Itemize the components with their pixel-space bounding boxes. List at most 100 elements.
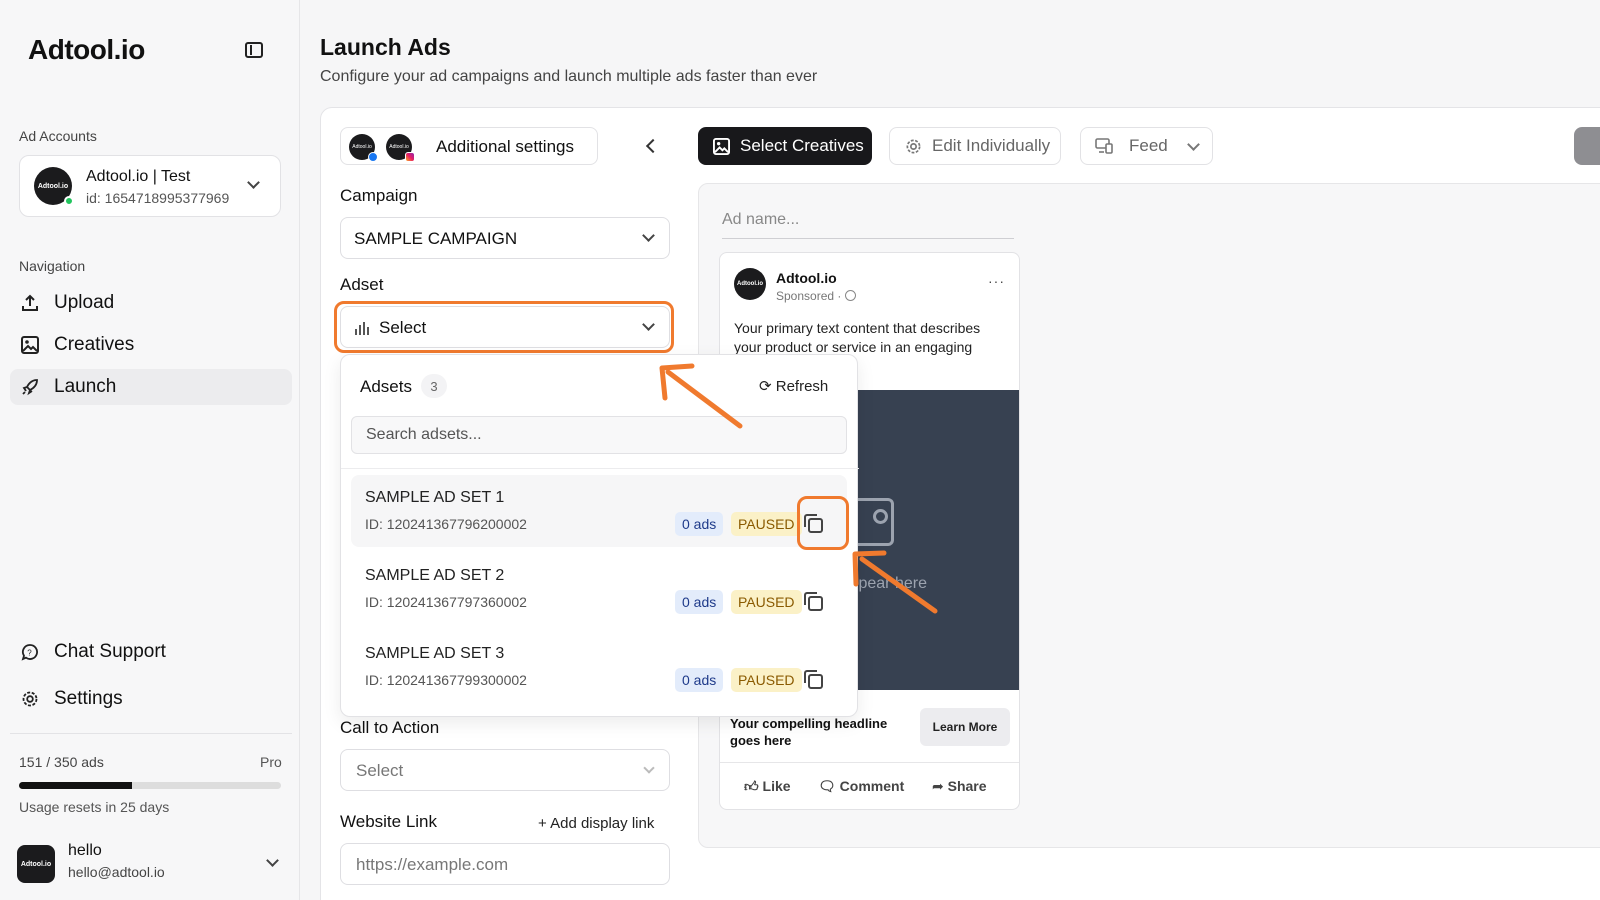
user-name: hello [68, 842, 102, 859]
sidebar-item-creatives[interactable]: Creatives [10, 327, 292, 363]
sidebar-item-label: Settings [54, 688, 123, 709]
ads-count-badge: 0 ads [675, 668, 724, 692]
website-link-input[interactable]: https://example.com [340, 843, 670, 885]
primary-text: Your primary text content that describes… [734, 320, 981, 355]
adset-id: ID: 120241367796200002 [365, 516, 527, 532]
feed-placement-select[interactable]: Feed [1080, 127, 1213, 165]
sidebar-item-chat-support[interactable]: ? Chat Support [10, 634, 292, 670]
user-email: hello@adtool.io [68, 864, 165, 880]
launch-button-partial[interactable] [1574, 127, 1600, 165]
adset-search-placeholder: Search adsets... [366, 426, 482, 443]
instagram-icon [405, 152, 415, 162]
sidebar-item-settings[interactable]: Settings [10, 681, 292, 717]
sidebar: Adtool.io Ad Accounts Adtool.io Adtool.i… [0, 0, 300, 900]
status-badge: PAUSED [731, 512, 802, 536]
select-creatives-button[interactable]: Select Creatives [698, 127, 872, 165]
adset-search-input[interactable]: Search adsets... [351, 416, 847, 454]
comment-icon: 🗨︎ [818, 778, 840, 794]
usage-progress-bar [19, 782, 281, 789]
sidebar-item-label: Creatives [54, 334, 135, 355]
campaign-label: Campaign [340, 186, 418, 205]
sidebar-item-label: Chat Support [54, 641, 166, 662]
website-link-placeholder: https://example.com [356, 855, 509, 874]
comment-action: 🗨︎ Comment [818, 778, 905, 794]
page-subtitle: Configure your ad campaigns and launch m… [320, 68, 818, 85]
campaign-select[interactable]: SAMPLE CAMPAIGN [340, 217, 670, 259]
devices-icon [1095, 137, 1113, 155]
usage-progress-fill [19, 782, 132, 789]
app-logo[interactable]: Adtool.io [28, 34, 145, 66]
call-to-action-label: Call to Action [340, 718, 440, 737]
rocket-icon [20, 377, 40, 397]
ads-count-badge: 0 ads [675, 512, 724, 536]
page-name: Adtool.io [776, 270, 837, 286]
add-display-link-button[interactable]: + Add display link [538, 815, 654, 832]
navigation-label: Navigation [19, 258, 86, 274]
edit-individually-button[interactable]: Edit Individually [889, 127, 1061, 165]
upload-icon [20, 293, 40, 313]
copy-button-highlight [797, 496, 849, 550]
adset-label: Adset [340, 275, 384, 294]
svg-text:?: ? [27, 649, 32, 658]
page-title: Launch Ads [320, 34, 451, 60]
chevron-down-icon [643, 762, 655, 774]
adset-dropdown: Adsets 3 ⟳ Refresh Search adsets... SAMP… [340, 354, 859, 717]
call-to-action-placeholder: Select [356, 761, 404, 780]
copy-icon[interactable] [803, 591, 823, 611]
adset-option[interactable]: SAMPLE AD SET 1 ID: 120241367796200002 0… [351, 475, 847, 547]
feed-label: Feed [1129, 136, 1168, 155]
image-icon [20, 335, 40, 355]
refresh-button[interactable]: ⟳ Refresh [759, 377, 828, 395]
ad-account-selector[interactable]: Adtool.io Adtool.io | Test id: 165471899… [19, 155, 281, 217]
account-name: Adtool.io | Test [86, 168, 191, 185]
reaction-bar: 👍︎ Like 🗨︎ Comment ➦ Share [720, 762, 1019, 809]
chat-icon: ? [20, 642, 40, 662]
plan-label: Pro [260, 754, 282, 770]
cta-button: Learn More [920, 708, 1010, 746]
facebook-icon [368, 152, 378, 162]
adset-option[interactable]: SAMPLE AD SET 2 ID: 120241367797360002 0… [351, 553, 847, 625]
status-badge: PAUSED [731, 668, 802, 692]
sidebar-item-label: Launch [54, 376, 117, 397]
sidebar-item-launch[interactable]: Launch [10, 369, 292, 405]
dropdown-divider [341, 468, 859, 469]
gear-icon [20, 689, 40, 709]
share-icon: ➦ [932, 778, 948, 794]
online-status-indicator [64, 196, 74, 206]
sidebar-toggle-icon[interactable] [245, 42, 263, 58]
adsets-count-badge: 3 [421, 374, 447, 398]
adset-select-highlight [334, 301, 674, 353]
ad-name-input[interactable]: Ad name... [722, 211, 1014, 239]
website-link-label: Website Link [340, 812, 438, 831]
more-options-icon[interactable]: ··· [988, 273, 1005, 289]
additional-settings-button[interactable]: Adtool.io Adtool.io Additional settings [340, 127, 598, 165]
ad-headline: Your compelling headline goes here [730, 716, 888, 748]
user-avatar[interactable]: Adtool.io [17, 845, 55, 883]
ad-accounts-label: Ad Accounts [19, 128, 97, 144]
chevron-down-icon [247, 176, 260, 189]
call-to-action-select[interactable]: Select [340, 749, 670, 791]
sidebar-item-label: Upload [54, 292, 115, 313]
adset-name: SAMPLE AD SET 2 [365, 567, 505, 584]
sponsored-label: Sponsored · [776, 289, 856, 303]
usage-count: 151 / 350 ads [19, 754, 104, 770]
account-id: id: 1654718995377969 [86, 190, 230, 206]
edit-individually-label: Edit Individually [932, 136, 1051, 155]
chevron-down-icon [1187, 138, 1200, 151]
adset-id: ID: 120241367797360002 [365, 594, 527, 610]
copy-icon[interactable] [803, 669, 823, 689]
campaign-value: SAMPLE CAMPAIGN [354, 229, 518, 248]
chevron-down-icon[interactable] [266, 854, 279, 867]
adset-id: ID: 120241367799300002 [365, 672, 527, 688]
adset-option[interactable]: SAMPLE AD SET 3 ID: 120241367799300002 0… [351, 631, 847, 703]
page-avatar: Adtool.io [734, 268, 766, 300]
adsets-title: Adsets [360, 377, 412, 396]
status-badge: PAUSED [731, 590, 802, 614]
adset-name: SAMPLE AD SET 1 [365, 489, 505, 506]
globe-icon [844, 290, 856, 301]
usage-reset-text: Usage resets in 25 days [19, 799, 170, 815]
additional-settings-label: Additional settings [436, 137, 574, 156]
select-creatives-label: Select Creatives [740, 136, 864, 155]
sidebar-item-upload[interactable]: Upload [10, 285, 292, 321]
share-action: ➦ Share [932, 778, 987, 794]
